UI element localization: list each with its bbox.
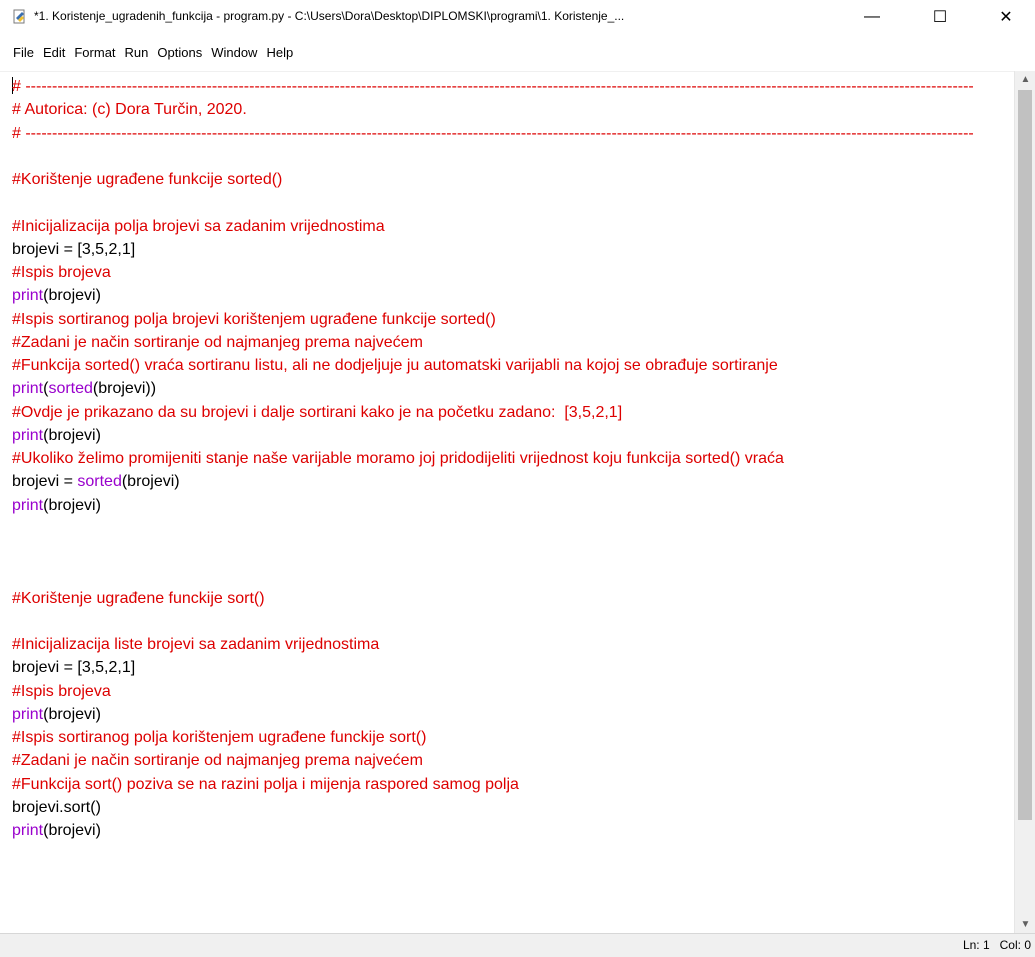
- code-comment: #Zadani je način sortiranje od najmanjeg…: [12, 333, 423, 351]
- code-line[interactable]: #Ovdje je prikazano da su brojevi i dalj…: [12, 401, 974, 424]
- scroll-thumb[interactable]: [1018, 90, 1032, 820]
- code-line[interactable]: print(brojevi): [12, 703, 974, 726]
- code-text: (brojevi): [43, 822, 101, 839]
- code-line[interactable]: #Ispis brojeva: [12, 680, 974, 703]
- code-line[interactable]: #Inicijalizacija liste brojevi sa zadani…: [12, 633, 974, 656]
- status-bar: Ln: 1 Col: 0: [0, 933, 1035, 957]
- code-builtin: sorted: [77, 473, 122, 491]
- code-line[interactable]: print(brojevi): [12, 494, 974, 517]
- code-line[interactable]: [12, 610, 974, 633]
- code-line[interactable]: #Korištenje ugrađene funkcije sorted(): [12, 168, 974, 191]
- code-text: brojevi = [3,5,2,1]: [12, 240, 136, 258]
- code-builtin: print: [12, 380, 44, 398]
- code-line[interactable]: [12, 540, 974, 563]
- code-text: (brojevi): [43, 426, 101, 444]
- code-line[interactable]: brojevi = sorted(brojevi): [12, 470, 974, 493]
- menu-file[interactable]: File: [10, 45, 37, 60]
- menu-bar: File Edit Format Run Options Window Help: [0, 44, 1035, 66]
- menu-edit[interactable]: Edit: [40, 45, 68, 60]
- scroll-down-icon[interactable]: ▼: [1015, 916, 1035, 933]
- code-line[interactable]: #Funkcija sort() poziva se na razini pol…: [12, 773, 974, 796]
- minimize-button[interactable]: —: [849, 0, 895, 33]
- cursor-position: Ln: 1 Col: 0: [962, 938, 1031, 952]
- code-line[interactable]: #Inicijalizacija polja brojevi sa zadani…: [12, 215, 974, 238]
- window-title: *1. Koristenje_ugradenih_funkcija - prog…: [34, 9, 625, 23]
- code-comment: #Funkcija sorted() vraća sortiranu listu…: [12, 357, 778, 374]
- code-line[interactable]: # --------------------------------------…: [12, 122, 974, 145]
- code-line[interactable]: [12, 563, 974, 586]
- code-builtin: sorted: [48, 380, 93, 398]
- code-comment: #Funkcija sort() poziva se na razini pol…: [12, 775, 519, 793]
- code-builtin: print: [12, 705, 44, 723]
- code-line[interactable]: brojevi = [3,5,2,1]: [12, 656, 974, 679]
- code-builtin: print: [12, 426, 44, 444]
- vertical-scrollbar[interactable]: ▲ ▼: [1014, 71, 1035, 933]
- code-text-area[interactable]: # --------------------------------------…: [12, 75, 974, 842]
- title-bar[interactable]: *1. Koristenje_ugradenih_funkcija - prog…: [0, 0, 1035, 33]
- idle-editor-window: *1. Koristenje_ugradenih_funkcija - prog…: [0, 0, 1035, 957]
- menu-help[interactable]: Help: [263, 45, 296, 60]
- code-text: (brojevi): [43, 287, 101, 305]
- code-line[interactable]: #Korištenje ugrađene funckije sort(): [12, 587, 974, 610]
- code-line[interactable]: print(brojevi): [12, 424, 974, 447]
- code-line[interactable]: #Ispis brojeva: [12, 261, 974, 284]
- code-line[interactable]: #Zadani je način sortiranje od najmanjeg…: [12, 331, 974, 354]
- code-comment: # --------------------------------------…: [12, 124, 974, 142]
- maximize-button[interactable]: ☐: [917, 0, 963, 33]
- code-editor[interactable]: # --------------------------------------…: [0, 71, 1014, 934]
- code-line[interactable]: [12, 145, 974, 168]
- code-text: (brojevi): [43, 705, 101, 723]
- code-text: (brojevi)): [92, 380, 157, 398]
- code-line[interactable]: [12, 191, 974, 214]
- code-builtin: print: [12, 287, 44, 305]
- code-line[interactable]: #Funkcija sorted() vraća sortiranu listu…: [12, 354, 974, 377]
- code-line[interactable]: #Ukoliko želimo promijeniti stanje naše …: [12, 447, 974, 470]
- code-comment: # --------------------------------------…: [12, 78, 974, 95]
- menu-window[interactable]: Window: [208, 45, 260, 60]
- code-text: brojevi =: [12, 473, 78, 491]
- code-comment: #Ispis brojeva: [12, 682, 111, 700]
- code-line[interactable]: #Ispis sortiranog polja korištenjem ugra…: [12, 726, 974, 749]
- code-line[interactable]: brojevi = [3,5,2,1]: [12, 238, 974, 261]
- python-file-icon: [12, 9, 28, 25]
- code-builtin: print: [12, 822, 44, 839]
- code-comment: #Korištenje ugrađene funkcije sorted(): [12, 171, 283, 188]
- code-line[interactable]: # --------------------------------------…: [12, 75, 974, 98]
- code-comment: #Inicijalizacija liste brojevi sa zadani…: [12, 636, 380, 653]
- code-line[interactable]: # Autorica: (c) Dora Turčin, 2020.: [12, 98, 974, 121]
- code-text: (brojevi): [121, 473, 180, 491]
- code-comment: #Zadani je način sortiranje od najmanjeg…: [12, 752, 423, 770]
- close-button[interactable]: ✕: [983, 0, 1029, 33]
- code-text: brojevi.sort(): [12, 798, 101, 816]
- code-comment: #Ispis brojeva: [12, 264, 111, 281]
- code-comment: # Autorica: (c) Dora Turčin, 2020.: [12, 101, 247, 119]
- code-comment: #Ovdje je prikazano da su brojevi i dalj…: [12, 403, 623, 421]
- code-comment: #Ukoliko želimo promijeniti stanje naše …: [12, 450, 784, 467]
- menu-options[interactable]: Options: [154, 45, 205, 60]
- code-comment: #Ispis sortiranog polja brojevi korišten…: [12, 310, 496, 328]
- menu-format[interactable]: Format: [71, 45, 118, 60]
- code-builtin: print: [12, 496, 44, 514]
- code-line[interactable]: print(brojevi): [12, 819, 974, 842]
- code-line[interactable]: #Ispis sortiranog polja brojevi korišten…: [12, 308, 974, 331]
- menu-run[interactable]: Run: [122, 45, 152, 60]
- code-line[interactable]: print(sorted(brojevi)): [12, 377, 974, 400]
- scroll-up-icon[interactable]: ▲: [1015, 71, 1035, 88]
- code-comment: #Korištenje ugrađene funckije sort(): [12, 589, 265, 607]
- code-line[interactable]: #Zadani je način sortiranje od najmanjeg…: [12, 749, 974, 772]
- code-comment: #Inicijalizacija polja brojevi sa zadani…: [12, 217, 385, 235]
- code-line[interactable]: [12, 517, 974, 540]
- code-line[interactable]: brojevi.sort(): [12, 796, 974, 819]
- code-line[interactable]: print(brojevi): [12, 284, 974, 307]
- code-text: brojevi = [3,5,2,1]: [12, 659, 136, 677]
- code-comment: #Ispis sortiranog polja korištenjem ugra…: [12, 729, 427, 746]
- code-text: (brojevi): [43, 496, 101, 514]
